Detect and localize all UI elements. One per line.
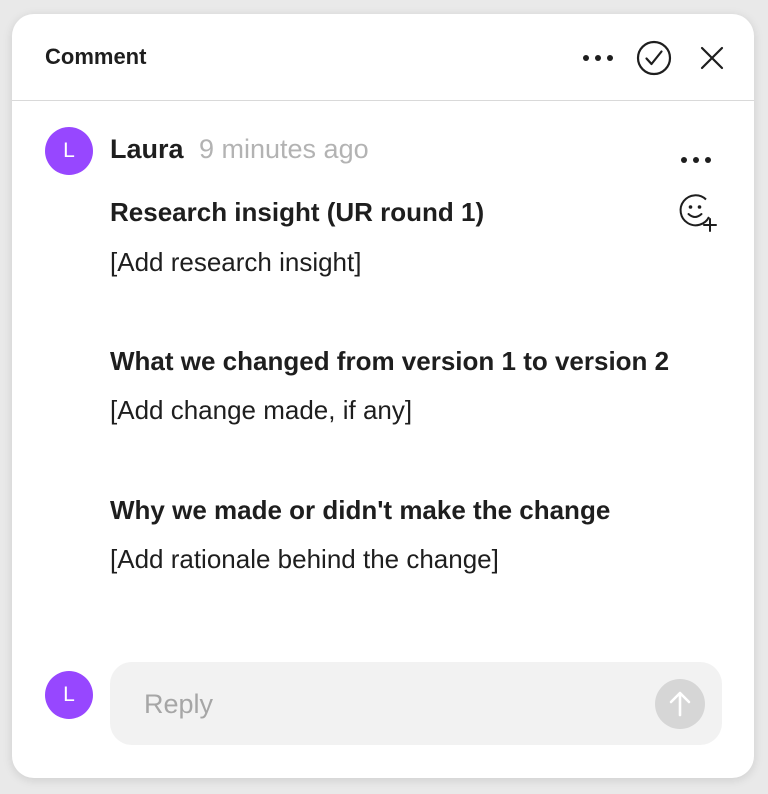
reply-box	[110, 662, 722, 747]
section-text: [Add research insight]	[110, 246, 362, 277]
comment-panel: Comment L Laura 9 minutes ago Research i…	[12, 14, 754, 778]
reply-user-avatar: L	[45, 671, 93, 719]
more-horizontal-icon	[583, 55, 613, 61]
section-text: [Add rationale behind the change]	[110, 544, 499, 575]
comment-timestamp: 9 minutes ago	[199, 134, 369, 164]
arrow-up-icon	[669, 691, 691, 717]
reply-input[interactable]	[142, 662, 606, 747]
close-button[interactable]	[694, 40, 730, 76]
send-button[interactable]	[655, 679, 705, 729]
close-icon	[700, 46, 724, 70]
comment-more-options-button[interactable]	[678, 142, 714, 178]
panel-title: Comment	[45, 44, 147, 69]
resolve-check-icon	[636, 40, 672, 76]
section-heading: Research insight (UR round 1)	[110, 197, 485, 227]
comment-header: Comment	[12, 14, 754, 101]
resolve-button[interactable]	[636, 40, 672, 76]
comment-author-avatar: L	[45, 127, 93, 175]
more-options-button[interactable]	[580, 40, 616, 76]
section-heading: What we changed from version 1 to versio…	[110, 345, 670, 376]
comment-author-name: Laura	[110, 134, 184, 164]
more-horizontal-icon	[681, 157, 711, 163]
section-text: [Add change made, if any]	[110, 395, 413, 426]
comment-body: Research insight (UR round 1) [Add resea…	[110, 188, 700, 585]
section-heading: Why we made or didn't make the change	[110, 494, 611, 525]
